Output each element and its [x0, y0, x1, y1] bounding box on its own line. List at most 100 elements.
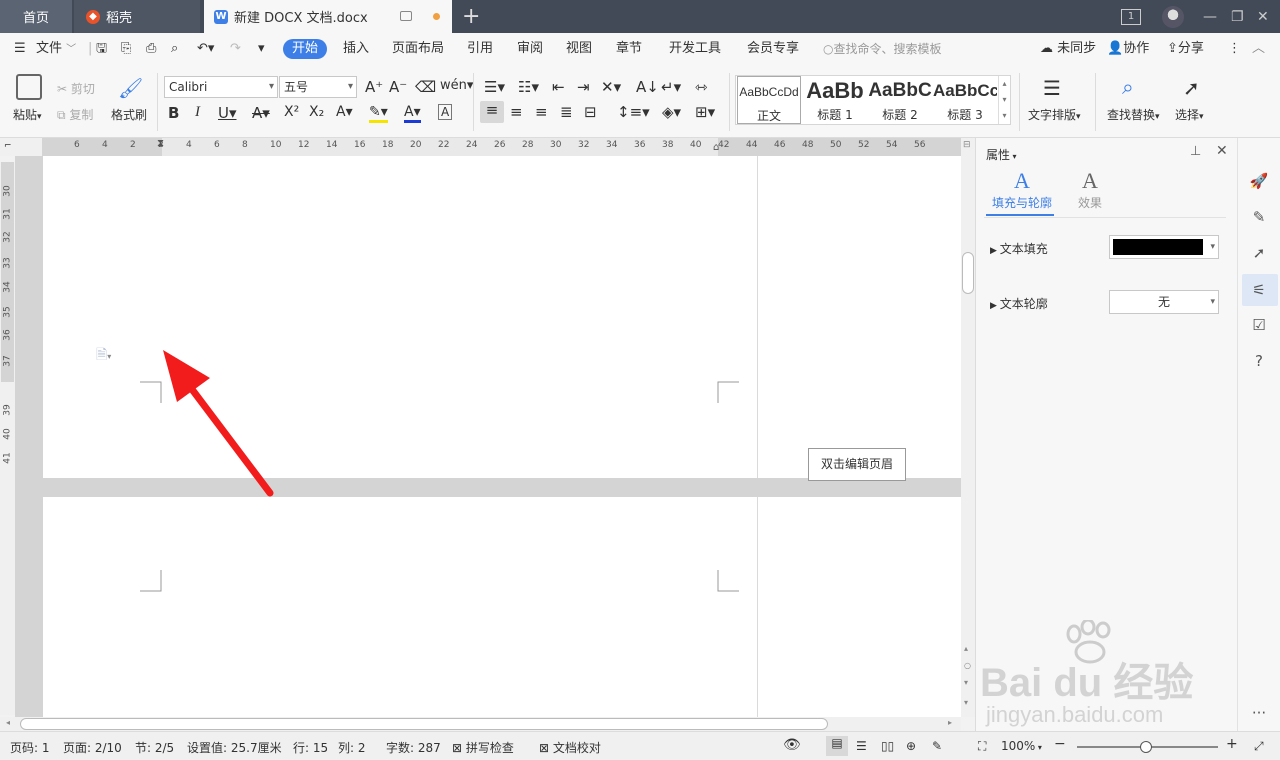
browse-object-icon[interactable]: ○: [964, 661, 971, 670]
zoom-out-icon[interactable]: −: [1054, 736, 1066, 752]
format-painter-button[interactable]: 格式刷: [111, 106, 147, 123]
justify-icon[interactable]: ≣: [560, 103, 573, 121]
shading-icon[interactable]: ◈▾: [662, 103, 681, 121]
screen-icon[interactable]: [400, 11, 412, 21]
print-preview-icon[interactable]: ⌕: [171, 33, 178, 65]
file-menu[interactable]: 文件 ﹀: [36, 33, 76, 65]
paste-icon[interactable]: [16, 74, 42, 100]
tab-document[interactable]: W 新建 DOCX 文档.docx: [204, 0, 452, 33]
zoom-in-icon[interactable]: +: [1226, 736, 1238, 752]
clear-format-icon[interactable]: ⌫: [415, 78, 436, 96]
zoom-level-select[interactable]: 100% ▾: [1001, 739, 1042, 753]
font-size-select[interactable]: 五号: [279, 76, 357, 98]
tab-effect[interactable]: A 效果: [1068, 168, 1112, 211]
tab-stop-icon[interactable]: ⌐: [4, 141, 12, 151]
style-normal[interactable]: AaBbCcDd 正文: [737, 76, 801, 124]
clipboard-check-icon[interactable]: ☑: [1249, 315, 1269, 335]
subscript-icon[interactable]: X₂: [309, 104, 324, 120]
panel-title[interactable]: 属性 ▾: [986, 146, 1017, 163]
font-name-select[interactable]: Calibri: [164, 76, 278, 98]
text-layout-icon[interactable]: ☰: [1043, 76, 1061, 100]
prev-page-icon[interactable]: ▴: [964, 644, 968, 653]
next-page-icon[interactable]: ▾: [964, 678, 968, 687]
scroll-right-icon[interactable]: ▸: [948, 718, 952, 727]
borders-icon[interactable]: ⊞▾: [695, 103, 715, 121]
right-indent-marker-icon[interactable]: ⌂: [713, 142, 719, 153]
tab-daoke[interactable]: ◆ 稻壳: [74, 0, 200, 33]
text-outline-toggle[interactable]: ▶ 文本轮廓: [990, 295, 1048, 312]
close-panel-icon[interactable]: ✕: [1216, 143, 1228, 159]
show-marks-icon[interactable]: ↵▾: [661, 78, 681, 96]
restore-button[interactable]: ❐: [1231, 0, 1244, 33]
decrease-indent-icon[interactable]: ⇤: [552, 78, 565, 96]
pin-icon[interactable]: ⊥: [1190, 144, 1201, 159]
tab-review[interactable]: 审阅: [517, 33, 543, 65]
doc-proof-button[interactable]: ⊠ 文档校对: [539, 739, 601, 756]
horizontal-scroll-thumb[interactable]: [20, 718, 828, 730]
redo-icon[interactable]: ↷: [230, 33, 241, 65]
page-view-icon[interactable]: ▤: [826, 736, 848, 756]
print-layout-icon[interactable]: ⊟: [963, 140, 971, 150]
text-effect-icon[interactable]: A▾: [336, 104, 353, 120]
spell-check-button[interactable]: ⊠ 拼写检查: [452, 739, 514, 756]
increase-indent-icon[interactable]: ⇥: [577, 78, 590, 96]
text-layout-button[interactable]: 文字排版▾: [1028, 106, 1081, 123]
tab-developer[interactable]: 开发工具: [669, 33, 721, 65]
align-center-icon[interactable]: ≡: [510, 103, 523, 121]
tab-insert[interactable]: 插入: [343, 33, 369, 65]
brush-icon[interactable]: 🖌: [118, 76, 143, 100]
shrink-font-icon[interactable]: A⁻: [389, 78, 407, 96]
reading-view-icon[interactable]: ▯▯: [881, 739, 894, 753]
pen-icon[interactable]: ✎: [1249, 207, 1269, 227]
tab-references[interactable]: 引用: [467, 33, 493, 65]
vertical-ruler[interactable]: 30 31 32 33 34 35 36 37 39 40 41: [0, 162, 15, 715]
tab-chapter[interactable]: 章节: [616, 33, 642, 65]
tabs-icon[interactable]: ⇿: [695, 78, 708, 96]
style-heading-1[interactable]: AaBb 标题 1: [803, 76, 867, 124]
outline-view-icon[interactable]: ☰: [856, 739, 867, 753]
line-spacing-icon[interactable]: ↕≡▾: [617, 103, 650, 121]
scroll-down-icon[interactable]: ▾: [964, 698, 968, 707]
tab-page-layout[interactable]: 页面布局: [392, 33, 444, 65]
text-fill-color-picker[interactable]: ▾: [1109, 235, 1219, 259]
find-replace-button[interactable]: 查找替换▾: [1107, 106, 1160, 123]
page-count[interactable]: 页面: 2/10: [63, 739, 122, 756]
print-icon[interactable]: ⎙: [146, 33, 156, 65]
workspace-button[interactable]: 1: [1121, 0, 1141, 33]
minimize-button[interactable]: —: [1203, 0, 1217, 33]
tab-home[interactable]: 首页: [0, 0, 72, 33]
collapse-ribbon-icon[interactable]: ︿: [1252, 33, 1265, 65]
cut-button[interactable]: ✂ 剪切: [57, 80, 95, 97]
text-fill-toggle[interactable]: ▶ 文本填充: [990, 240, 1048, 257]
page[interactable]: [43, 497, 961, 717]
write-mode-icon[interactable]: ✎: [932, 739, 942, 753]
font-color-icon[interactable]: A▾: [404, 104, 421, 123]
cursor-icon[interactable]: ➚: [1183, 76, 1200, 100]
new-tab-button[interactable]: +: [462, 4, 480, 29]
vertical-scrollbar[interactable]: ⊟ ▴ ○ ▾ ▾: [961, 138, 975, 717]
vertical-scroll-thumb[interactable]: [962, 252, 974, 294]
horizontal-scrollbar[interactable]: ◂ ▸: [0, 717, 961, 731]
close-window-button[interactable]: ✕: [1257, 0, 1269, 33]
bullet-list-icon[interactable]: ☰▾: [484, 78, 505, 96]
char-border-icon[interactable]: A: [438, 104, 453, 120]
sort-icon[interactable]: A↓: [636, 78, 659, 96]
indent-marker-icon[interactable]: ⧗: [157, 138, 164, 149]
export-icon[interactable]: ⎘: [121, 33, 131, 65]
italic-icon[interactable]: I: [195, 104, 200, 121]
grow-font-icon[interactable]: A⁺: [365, 78, 383, 96]
copy-button[interactable]: ⧉ 复制: [57, 106, 93, 123]
scroll-left-icon[interactable]: ◂: [6, 718, 10, 727]
tab-start[interactable]: 开始: [283, 39, 328, 59]
align-right-icon[interactable]: ≡: [535, 103, 548, 121]
phonetic-icon[interactable]: wén▾: [440, 78, 473, 93]
text-outline-select[interactable]: 无 ▾: [1109, 290, 1219, 314]
align-left-icon[interactable]: ≡: [480, 101, 504, 123]
chinese-layout-icon[interactable]: ✕▾: [601, 78, 621, 96]
paste-button[interactable]: 粘贴▾: [13, 106, 42, 123]
command-search-input[interactable]: ○查找命令、搜索模板: [817, 39, 955, 59]
sync-button[interactable]: ☁ 未同步: [1040, 33, 1096, 65]
tab-view[interactable]: 视图: [566, 33, 592, 65]
fit-page-icon[interactable]: ⛶: [978, 739, 986, 754]
save-icon[interactable]: 🖫: [96, 33, 107, 65]
